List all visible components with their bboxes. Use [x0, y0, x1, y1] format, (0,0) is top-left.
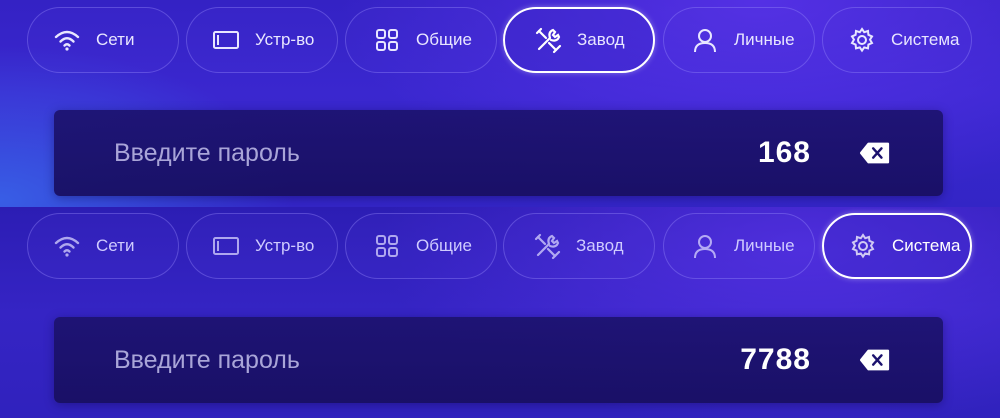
- tab-label: Завод: [577, 30, 625, 49]
- grid-icon: [372, 231, 402, 261]
- gear-icon: [848, 231, 878, 261]
- tab-label: Сети: [96, 30, 135, 49]
- display-icon: [211, 231, 241, 261]
- tab-device[interactable]: Устр-во: [186, 7, 338, 73]
- password-field[interactable]: Введите пароль 168: [54, 110, 943, 196]
- password-value: 168: [757, 136, 811, 169]
- settings-screen-system: Сети Устр-во Общие Завод Личные Система …: [0, 207, 1000, 418]
- user-icon: [690, 231, 720, 261]
- tab-personal[interactable]: Личные: [663, 7, 815, 73]
- password-value: 7788: [740, 343, 811, 376]
- tab-factory[interactable]: Завод: [503, 7, 655, 73]
- settings-tab-bar: Сети Устр-во Общие Завод Личные Система: [0, 7, 1000, 77]
- gear-icon: [847, 25, 877, 55]
- tab-label: Сети: [96, 236, 135, 255]
- tab-label: Личные: [734, 236, 795, 255]
- user-icon: [690, 25, 720, 55]
- password-field[interactable]: Введите пароль 7788: [54, 317, 943, 403]
- tab-general[interactable]: Общие: [345, 213, 497, 279]
- password-placeholder: Введите пароль: [114, 139, 300, 167]
- tab-device[interactable]: Устр-во: [186, 213, 338, 279]
- tab-system[interactable]: Система: [822, 213, 972, 279]
- backspace-icon[interactable]: [857, 138, 893, 168]
- tab-label: Завод: [576, 236, 624, 255]
- backspace-icon[interactable]: [857, 345, 893, 375]
- tab-system[interactable]: Система: [822, 7, 972, 73]
- display-icon: [211, 25, 241, 55]
- password-placeholder: Введите пароль: [114, 346, 300, 374]
- tab-personal[interactable]: Личные: [663, 213, 815, 279]
- tab-label: Устр-во: [255, 236, 315, 255]
- settings-screen-factory: Сети Устр-во Общие Завод Личные Система …: [0, 0, 1000, 207]
- tab-label: Общие: [416, 236, 472, 255]
- tab-factory[interactable]: Завод: [503, 213, 655, 279]
- tab-network[interactable]: Сети: [27, 213, 179, 279]
- tools-icon: [533, 25, 563, 55]
- settings-tab-bar: Сети Устр-во Общие Завод Личные Система: [0, 213, 1000, 283]
- tab-label: Система: [892, 236, 961, 255]
- wifi-icon: [52, 25, 82, 55]
- tools-icon: [532, 231, 562, 261]
- tab-label: Система: [891, 30, 960, 49]
- wifi-icon: [52, 231, 82, 261]
- tab-label: Личные: [734, 30, 795, 49]
- tab-network[interactable]: Сети: [27, 7, 179, 73]
- tab-general[interactable]: Общие: [345, 7, 497, 73]
- grid-icon: [372, 25, 402, 55]
- tab-label: Общие: [416, 30, 472, 49]
- tab-label: Устр-во: [255, 30, 315, 49]
